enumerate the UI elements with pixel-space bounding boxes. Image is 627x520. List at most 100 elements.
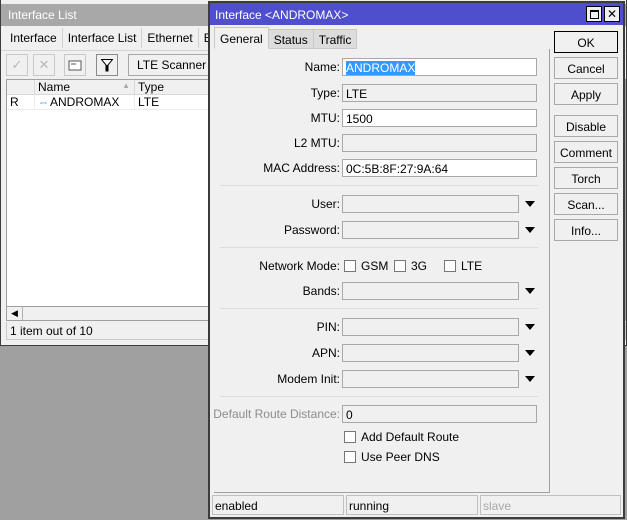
apn-input[interactable] — [342, 344, 519, 362]
filter-button[interactable] — [96, 54, 118, 76]
use-peer-dns-checkbox[interactable]: Use Peer DNS — [344, 450, 440, 464]
cross-icon: ✕ — [38, 57, 50, 72]
dialog-title-bar[interactable]: Interface <ANDROMAX> ✕ — [210, 3, 623, 25]
default-route-distance-field: 0 — [342, 405, 537, 423]
lte-checkbox[interactable]: LTE — [444, 259, 482, 273]
gsm-label: GSM — [361, 259, 389, 273]
modem-init-row: Modem Init: — [214, 370, 550, 388]
tab-ethernet[interactable]: Ethernet — [142, 28, 199, 48]
default-route-distance-row: Default Route Distance: 0 — [213, 405, 550, 423]
modem-init-label: Modem Init: — [277, 372, 340, 386]
dialog-title: Interface <ANDROMAX> — [215, 8, 349, 22]
mtu-row: MTU: 1500 — [214, 109, 550, 127]
password-dropdown-arrow-icon[interactable] — [525, 227, 535, 233]
column-header-flags[interactable] — [7, 80, 35, 94]
cancel-button[interactable]: Cancel — [554, 57, 618, 79]
maximize-button[interactable] — [586, 6, 602, 22]
l2mtu-field — [342, 134, 537, 152]
lte-label: LTE — [461, 259, 483, 273]
password-label: Password: — [283, 223, 340, 237]
user-row: User: — [214, 195, 550, 213]
dialog-tab-bar: General Status Traffic — [214, 27, 358, 49]
bands-row: Bands: — [214, 282, 550, 300]
tab-traffic[interactable]: Traffic — [313, 29, 358, 49]
lte-checkbox-box[interactable] — [444, 260, 456, 272]
interface-dialog: Interface <ANDROMAX> ✕ General Status Tr… — [208, 1, 625, 519]
dialog-status-bar: enabled running slave — [212, 495, 623, 517]
pin-input[interactable] — [342, 318, 519, 336]
use-peer-dns-label: Use Peer DNS — [361, 450, 440, 464]
gsm-checkbox[interactable]: GSM — [344, 259, 388, 273]
comment-icon — [68, 60, 82, 70]
lte-scanner-button[interactable]: LTE Scanner — [128, 54, 218, 76]
enable-button[interactable]: ✓ — [6, 54, 28, 76]
3g-checkbox-box[interactable] — [394, 260, 406, 272]
apn-dropdown-arrow-icon[interactable] — [525, 350, 535, 356]
comment-button[interactable] — [64, 54, 86, 76]
row-name-cell: ⇔ANDROMAX — [35, 95, 135, 109]
l2mtu-label: L2 MTU: — [293, 136, 340, 150]
user-label: User: — [311, 197, 340, 211]
mac-address-row: MAC Address: 0C:5B:8F:27:9A:64 — [214, 159, 550, 177]
column-header-name[interactable]: Name ▲ — [35, 80, 135, 94]
user-dropdown-arrow-icon[interactable] — [525, 201, 535, 207]
status-slave: slave — [480, 495, 621, 515]
mtu-input[interactable]: 1500 — [342, 109, 537, 127]
tab-interface-list[interactable]: Interface List — [62, 28, 143, 48]
status-running: running — [346, 495, 478, 515]
close-button[interactable]: ✕ — [604, 6, 620, 22]
sort-ascending-icon: ▲ — [122, 81, 130, 90]
apply-button[interactable]: Apply — [554, 83, 618, 105]
use-peer-dns-row: Use Peer DNS — [214, 448, 550, 466]
info-button[interactable]: Info... — [554, 219, 618, 241]
modem-init-input[interactable] — [342, 370, 519, 388]
torch-button[interactable]: Torch — [554, 167, 618, 189]
gsm-checkbox-box[interactable] — [344, 260, 356, 272]
default-route-distance-label: Default Route Distance: — [213, 407, 340, 421]
pin-row: PIN: — [214, 318, 550, 336]
pin-label: PIN: — [316, 320, 340, 334]
tab-general[interactable]: General — [214, 27, 269, 49]
password-input[interactable] — [342, 221, 519, 239]
disable-button[interactable]: ✕ — [33, 54, 55, 76]
type-label: Type: — [310, 86, 340, 100]
check-icon: ✓ — [11, 57, 23, 72]
name-input[interactable]: ANDROMAX — [342, 58, 537, 76]
type-row: Type: LTE — [214, 84, 550, 102]
pin-dropdown-arrow-icon[interactable] — [525, 324, 535, 330]
name-label: Name: — [304, 60, 340, 74]
type-field: LTE — [342, 84, 537, 102]
add-default-route-checkbox[interactable]: Add Default Route — [344, 430, 459, 444]
status-enabled: enabled — [212, 495, 344, 515]
bands-label: Bands: — [302, 284, 340, 298]
separator — [220, 247, 538, 248]
tab-status[interactable]: Status — [268, 29, 314, 49]
3g-label: 3G — [411, 259, 428, 273]
add-default-route-row: Add Default Route — [214, 428, 550, 446]
lte-interface-icon: ⇔ — [38, 97, 49, 109]
user-input[interactable] — [342, 195, 519, 213]
name-value: ANDROMAX — [346, 61, 416, 75]
modem-init-dropdown-arrow-icon[interactable] — [525, 376, 535, 382]
bands-dropdown-arrow-icon[interactable] — [525, 288, 535, 294]
scroll-left-arrow-icon[interactable]: ◀ — [7, 307, 23, 320]
scan-button[interactable]: Scan... — [554, 193, 618, 215]
comment-button[interactable]: Comment — [554, 141, 618, 163]
filter-icon — [101, 58, 113, 71]
add-default-route-label: Add Default Route — [361, 430, 460, 444]
tab-interface[interactable]: Interface — [5, 28, 63, 48]
separator — [220, 308, 538, 309]
bands-input[interactable] — [342, 282, 519, 300]
password-row: Password: — [214, 221, 550, 239]
add-default-route-checkbox-box[interactable] — [344, 431, 356, 443]
general-tab-panel: Name: ANDROMAX Type: LTE MTU: 1500 L2 MT… — [213, 49, 550, 493]
3g-checkbox[interactable]: 3G — [394, 259, 427, 273]
ok-button[interactable]: OK — [554, 31, 618, 53]
l2mtu-row: L2 MTU: — [214, 134, 550, 152]
disable-button[interactable]: Disable — [554, 115, 618, 137]
separator — [220, 185, 538, 186]
mac-address-input[interactable]: 0C:5B:8F:27:9A:64 — [342, 159, 537, 177]
network-mode-row: Network Mode: GSM 3G LTE — [214, 257, 550, 275]
close-icon: ✕ — [606, 7, 618, 21]
use-peer-dns-checkbox-box[interactable] — [344, 451, 356, 463]
